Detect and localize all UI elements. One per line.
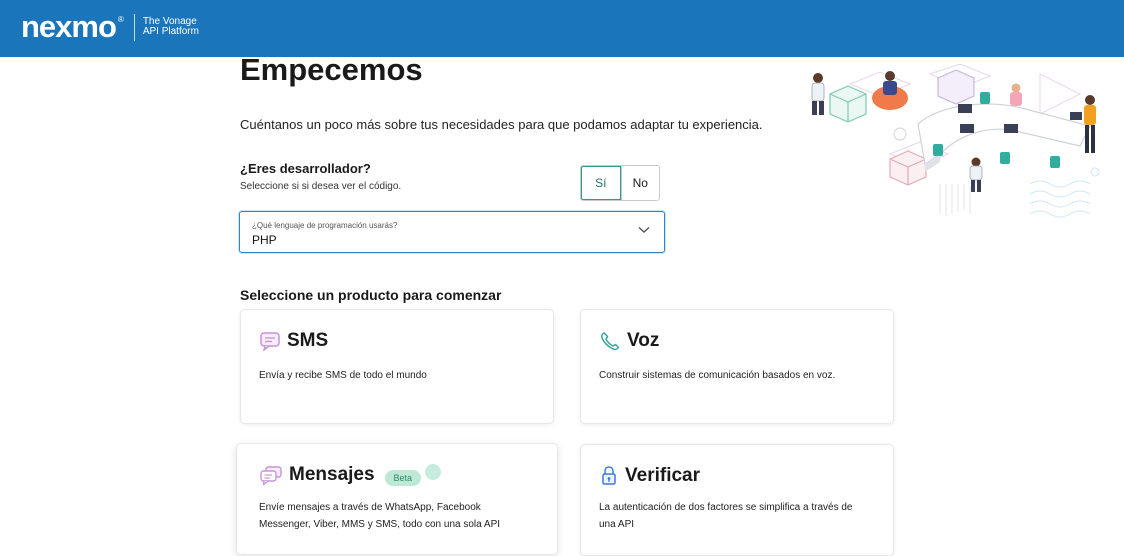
new-indicator-dot — [425, 464, 441, 480]
developer-toggle: Sí No — [580, 165, 660, 201]
voice-card-title: Voz — [627, 330, 660, 351]
sms-card-header: SMS — [259, 330, 328, 352]
voice-card-header: Voz — [599, 330, 659, 352]
messages-product-card[interactable]: Mensajes Beta Envíe mensajes a través de… — [236, 443, 558, 555]
messages-description-line1: Envíe mensajes a través de WhatsApp, Fac… — [259, 502, 481, 513]
messages-card-header: Mensajes Beta — [259, 464, 422, 486]
chevron-down-icon — [638, 226, 650, 233]
chat-bubbles-icon — [260, 466, 282, 485]
language-select-value: PHP — [252, 233, 277, 247]
sms-card-title: SMS — [287, 330, 329, 351]
messages-card-title: Mensajes — [289, 464, 375, 485]
message-icon — [260, 332, 280, 351]
verify-description-line2: una API — [599, 519, 635, 530]
logo-registered-mark: ® — [117, 14, 124, 24]
messages-card-description: Envíe mensajes a través de WhatsApp, Fac… — [259, 499, 500, 533]
developer-yes-button[interactable]: Sí — [581, 166, 622, 200]
page-subtitle: Cuéntanos un poco más sobre tus necesida… — [240, 117, 763, 132]
verify-card-description: La autenticación de dos factores se simp… — [599, 499, 852, 533]
language-select[interactable]: ¿Qué lenguaje de programación usarás? PH… — [239, 211, 665, 253]
sms-card-description: Envía y recibe SMS de todo el mundo — [259, 370, 427, 381]
top-bar: nexmo ® The Vonage API Platform — [0, 0, 1124, 57]
sms-product-card[interactable]: SMS Envía y recibe SMS de todo el mundo — [240, 309, 554, 424]
developer-question: ¿Eres desarrollador? — [240, 161, 371, 176]
platform-tagline: The Vonage API Platform — [143, 17, 199, 37]
logo-divider — [133, 13, 135, 41]
platform-tagline-line2: API Platform — [142, 26, 199, 37]
verify-card-title: Verificar — [625, 465, 700, 486]
logo-wordmark: nexmo — [21, 9, 117, 44]
team-workspace-illustration — [811, 64, 1100, 218]
beta-badge: Beta — [384, 470, 422, 486]
voice-product-card[interactable]: Voz Construir sistemas de comunicación b… — [580, 309, 894, 424]
verify-product-card[interactable]: Verificar La autenticación de dos factor… — [580, 444, 894, 556]
phone-icon — [601, 332, 620, 351]
developer-no-button[interactable]: No — [622, 166, 660, 200]
developer-help-text: Seleccione si si desea ver el código. — [240, 181, 402, 192]
nexmo-logo[interactable]: nexmo ® The Vonage API Platform — [21, 9, 199, 45]
lock-icon — [602, 466, 616, 485]
verify-card-header: Verificar — [599, 465, 700, 487]
page-title: Empecemos — [240, 52, 423, 87]
voice-card-description: Construir sistemas de comunicación basad… — [599, 370, 836, 381]
language-select-label: ¿Qué lenguaje de programación usarás? — [252, 221, 398, 230]
messages-description-line2: Messenger, Viber, MMS y SMS, todo con un… — [259, 519, 501, 530]
verify-description-line1: La autenticación de dos factores se simp… — [599, 502, 853, 513]
products-heading: Seleccione un producto para comenzar — [240, 287, 502, 303]
